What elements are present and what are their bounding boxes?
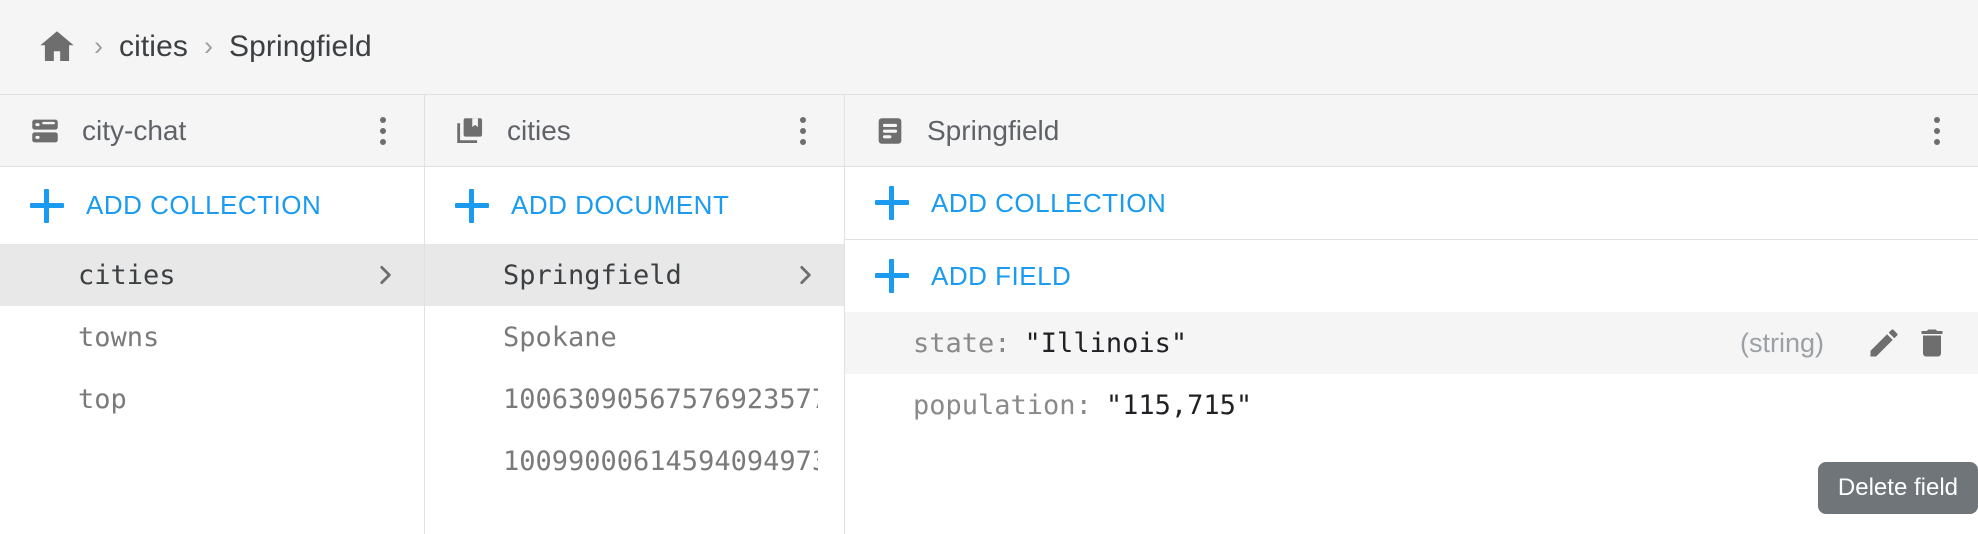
list-item[interactable]: cities	[0, 244, 424, 306]
add-collection-label-db: ADD COLLECTION	[86, 190, 322, 220]
database-icon	[28, 114, 62, 148]
plus-icon	[455, 188, 489, 223]
field-colon: :	[994, 327, 1011, 359]
field-key: population	[913, 389, 1076, 421]
list-item[interactable]: top	[0, 368, 424, 430]
panel-document: Springfield ADD COLLECTION ADD FIELD sta…	[845, 95, 1978, 534]
plus-icon	[30, 188, 64, 223]
field-row[interactable]: state : "Illinois" (string)	[845, 312, 1978, 374]
field-value: "115,715"	[1105, 389, 1253, 421]
field-list: state : "Illinois" (string) population :	[845, 312, 1978, 534]
breadcrumb-item-springfield[interactable]: Springfield	[229, 30, 372, 64]
plus-icon	[875, 186, 909, 220]
add-collection-button-doc[interactable]: ADD COLLECTION	[845, 167, 1978, 239]
document-list: Springfield Spokane 10063090567576923577…	[425, 244, 844, 534]
home-icon[interactable]	[36, 26, 78, 68]
add-document-button[interactable]: ADD DOCUMENT	[425, 167, 844, 244]
panel-document-title: Springfield	[927, 114, 1060, 146]
field-colon: :	[1075, 389, 1092, 421]
panel-database-more-vert-icon[interactable]	[366, 114, 400, 148]
list-item[interactable]: Springfield	[425, 244, 844, 306]
panel-collection-header: cities	[425, 95, 844, 167]
chevron-right-icon	[800, 266, 811, 284]
list-item[interactable]: towns	[0, 306, 424, 368]
panel-database: city-chat ADD COLLECTION cities towns to…	[0, 95, 425, 534]
collection-list: cities towns top	[0, 244, 424, 534]
list-item[interactable]: Spokane	[425, 306, 844, 368]
add-collection-label-doc: ADD COLLECTION	[931, 187, 1167, 218]
field-key: state	[913, 327, 995, 359]
breadcrumb-item-cities[interactable]: cities	[119, 30, 188, 64]
plus-icon	[875, 259, 909, 293]
list-item-label: top	[78, 383, 127, 415]
list-item-label: cities	[78, 259, 176, 291]
panel-collection-title: cities	[507, 114, 571, 146]
panel-columns: city-chat ADD COLLECTION cities towns to…	[0, 95, 1978, 534]
list-item[interactable]: 100990006145940949737	[425, 430, 844, 492]
firestore-data-browser: › cities › Springfield city-chat ADD COL…	[0, 0, 1978, 534]
panel-database-title: city-chat	[82, 114, 187, 146]
chevron-right-icon	[380, 266, 391, 284]
list-item-label: 100630905675769235779	[503, 383, 818, 415]
breadcrumb-separator-2: ›	[203, 30, 213, 61]
breadcrumb: › cities › Springfield	[0, 0, 1978, 95]
pencil-icon[interactable]	[1866, 325, 1902, 361]
panel-document-header: Springfield	[845, 95, 1978, 167]
add-collection-button-db[interactable]: ADD COLLECTION	[0, 167, 424, 244]
breadcrumb-separator-1: ›	[94, 30, 103, 61]
panel-document-more-vert-icon[interactable]	[1920, 114, 1954, 148]
collection-icon	[453, 114, 487, 148]
panel-database-header: city-chat	[0, 95, 424, 167]
list-item-label: towns	[78, 321, 160, 353]
list-item-label: Springfield	[503, 259, 682, 291]
panel-collection: cities ADD DOCUMENT Springfield Spokane	[425, 95, 845, 534]
list-item-label: Spokane	[503, 321, 617, 353]
field-type-label: (string)	[1739, 327, 1824, 358]
add-document-label: ADD DOCUMENT	[511, 190, 730, 220]
add-field-button[interactable]: ADD FIELD	[845, 240, 1978, 312]
field-row[interactable]: population : "115,715"	[845, 374, 1978, 436]
list-item-label: 100990006145940949737	[503, 445, 818, 477]
trash-icon[interactable]	[1914, 325, 1950, 361]
field-value: "Illinois"	[1024, 327, 1188, 359]
panel-collection-more-vert-icon[interactable]	[786, 114, 820, 148]
list-item[interactable]: 100630905675769235779	[425, 368, 844, 430]
document-icon	[873, 114, 907, 148]
add-field-label: ADD FIELD	[931, 260, 1072, 291]
